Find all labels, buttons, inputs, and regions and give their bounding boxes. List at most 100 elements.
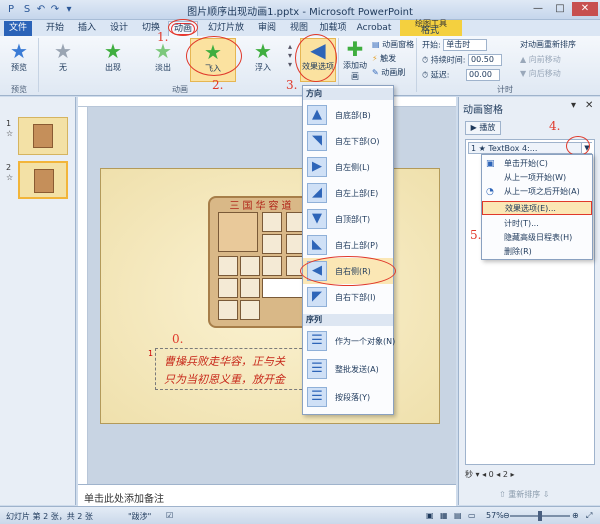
spellcheck-icon[interactable]: ☑ — [166, 511, 173, 520]
maximize-button[interactable]: □ — [550, 2, 570, 16]
direction-from-bottom-left[interactable]: ◥ 自左下部(O) — [303, 128, 393, 154]
direction-from-left[interactable]: ▶ 自左侧(L) — [303, 154, 393, 180]
animation-group-label: 动画 — [172, 85, 188, 94]
annotation-ellipse — [566, 136, 590, 156]
notes-pane[interactable]: 单击此处添加备注 — [78, 484, 456, 506]
direction-from-bottom-right[interactable]: ◤ 自右下部(I) — [303, 284, 393, 310]
preview-button[interactable]: ★ 预览 — [6, 40, 32, 73]
menu-hide-timeline[interactable]: 隐藏高级日程表(H) — [482, 231, 592, 245]
sequence-all-at-once[interactable]: ☰ 整批发送(A) — [303, 356, 393, 382]
sorter-view-icon[interactable]: ▦ — [440, 511, 448, 520]
direction-from-top-left[interactable]: ◢ 自左上部(E) — [303, 180, 393, 206]
brush-icon: ✎ — [372, 68, 379, 77]
sequence-as-one-object[interactable]: ☰ 作为一个对象(N) — [303, 328, 396, 354]
preview-group-label: 预览 — [11, 85, 27, 94]
clock-icon: ⏱ — [422, 55, 429, 65]
tab-review[interactable]: 审阅 — [254, 21, 280, 36]
tab-design[interactable]: 设计 — [106, 21, 132, 36]
minimize-button[interactable]: — — [528, 2, 548, 16]
animation-painter-label: 动画刷 — [381, 68, 406, 77]
normal-view-icon[interactable]: ▣ — [426, 511, 434, 520]
menu-effect-options[interactable]: 效果选项(E)... — [482, 201, 592, 215]
tab-slideshow[interactable]: 幻灯片放映 — [204, 21, 248, 48]
timeline-controls[interactable]: 秒 ▾ ◂ 0 ◂ 2 ▸ — [465, 469, 595, 480]
puzzle-tile — [218, 278, 238, 298]
move-later-button[interactable]: ▼ 向后移动 — [520, 68, 561, 79]
star-gray-icon: ★ — [54, 39, 72, 63]
tab-file[interactable]: 文件 — [4, 21, 32, 36]
menu-timing[interactable]: 计时(T)... — [482, 217, 592, 231]
slide-thumbnail-2[interactable] — [18, 161, 68, 199]
sequence-header: 序列 — [303, 314, 393, 326]
effect-appear[interactable]: ★ 出现 — [98, 40, 128, 73]
annotation-ellipse — [300, 256, 396, 286]
slides-panel: 1 ☆ 2 ☆ — [0, 97, 76, 505]
gallery-scroll-icon[interactable]: ▴ ▾ ▾ — [286, 42, 294, 69]
zoom-slider-handle[interactable] — [538, 511, 542, 521]
animation-item-label: 1 ★ TextBox 4:... — [471, 144, 538, 153]
menu-remove[interactable]: 删除(R) — [482, 245, 592, 259]
trigger-button[interactable]: ⚡ 触发 — [372, 53, 396, 64]
preview-star-icon: ★ — [10, 39, 28, 63]
direction-from-top[interactable]: ▼ 自顶部(T) — [303, 206, 393, 232]
text-line: 曹操兵败走华容，正与关 — [164, 355, 285, 368]
effect-fade[interactable]: ★ 淡出 — [148, 40, 178, 73]
puzzle-image[interactable]: 三国华容道 — [208, 196, 312, 328]
zoom-out-icon[interactable]: ⊖ — [503, 511, 510, 520]
annotation-number: 3. — [286, 78, 298, 92]
direction-from-bottom[interactable]: ▲ 自底部(B) — [303, 102, 393, 128]
move-earlier-button[interactable]: ▲ 向前移动 — [520, 54, 561, 65]
lines-icon: ☰ — [307, 359, 327, 379]
tab-home[interactable]: 开始 — [42, 21, 68, 36]
tab-insert[interactable]: 插入 — [74, 21, 100, 36]
animation-painter-button[interactable]: ✎ 动画刷 — [372, 67, 405, 78]
menu-start-on-click[interactable]: ▣ 单击开始(C) — [482, 157, 592, 171]
tab-view[interactable]: 视图 — [286, 21, 312, 36]
effect-float-in[interactable]: ★ 浮入 — [248, 40, 278, 73]
text-box[interactable]: 1 曹操兵败走华容，正与关 只为当初恩义重，放开金 — [148, 348, 317, 390]
tab-format[interactable]: 格式 — [410, 27, 450, 36]
start-row: 开始: 单击时 — [422, 39, 488, 51]
fit-window-icon[interactable]: ⤢ — [586, 511, 592, 521]
close-button[interactable]: ✕ — [572, 2, 598, 16]
reorder-buttons[interactable]: ⇧ 重新排序 ⇩ — [499, 489, 550, 500]
preview-label: 预览 — [11, 63, 27, 72]
start-select[interactable]: 单击时 — [443, 39, 488, 51]
menu-item-label: 自顶部(T) — [335, 215, 371, 224]
window-title: 图片顺序出现动画1.pptx - Microsoft PowerPoint — [187, 7, 413, 18]
lightning-icon: ⚡ — [372, 54, 378, 63]
tab-addins[interactable]: 加载项 — [318, 21, 348, 36]
move-later-label: 向后移动 — [528, 69, 561, 78]
menu-item-label: 自左下部(O) — [335, 137, 380, 146]
separator — [416, 38, 417, 92]
sequence-by-paragraph[interactable]: ☰ 按段落(Y) — [303, 384, 393, 410]
effect-none[interactable]: ★ 无 — [48, 40, 78, 73]
add-star-icon: ✚ — [346, 37, 364, 61]
zoom-in-icon[interactable]: ⊕ — [572, 511, 579, 520]
arrow-down-left-icon: ◣ — [307, 235, 327, 255]
effect-options-menu: 方向 ▲ 自底部(B) ◥ 自左下部(O) ▶ 自左侧(L) ◢ 自左上部(E) ▼ 自顶… — [302, 85, 396, 415]
menu-start-with-previous[interactable]: 从上一项开始(W) — [482, 171, 592, 185]
pane-options-icon[interactable]: ▾ — [571, 100, 576, 111]
timing-group-label: 计时 — [497, 85, 513, 94]
menu-start-after-previous[interactable]: ◔ 从上一项之后开始(A) — [482, 185, 592, 199]
slide-thumbnail-1[interactable] — [18, 117, 68, 155]
duration-input[interactable]: 00.50 — [468, 54, 503, 66]
tab-acrobat[interactable]: Acrobat — [356, 21, 392, 36]
reading-view-icon[interactable]: ▤ — [454, 511, 462, 520]
title-bar: P S ↶ ↷ ▾ 图片顺序出现动画1.pptx - Microsoft Pow… — [0, 0, 600, 20]
close-icon[interactable]: ✕ — [585, 100, 593, 111]
annotation-ellipse — [295, 34, 337, 82]
direction-from-top-right[interactable]: ◣ 自右上部(P) — [303, 232, 393, 258]
lines-icon: ☰ — [307, 331, 327, 351]
puzzle-title: 三国华容道 — [229, 201, 295, 212]
add-animation-button[interactable]: ✚ 添加动画 — [340, 38, 370, 82]
menu-item-label: 作为一个对象(N) — [335, 337, 396, 346]
animation-pane-button[interactable]: ▤ 动画窗格 — [372, 39, 414, 50]
play-button[interactable]: ▶ 播放 — [465, 121, 501, 135]
slideshow-view-icon[interactable]: ▭ — [468, 511, 476, 520]
separator — [38, 38, 39, 92]
delay-input[interactable]: 00.00 — [466, 69, 501, 81]
puzzle-tile — [218, 212, 258, 252]
animation-index-tag: 1 — [148, 349, 154, 358]
